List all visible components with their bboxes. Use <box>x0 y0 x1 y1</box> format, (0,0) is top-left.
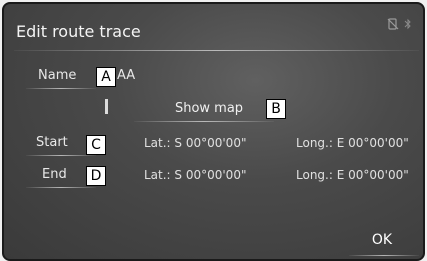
show-map-button[interactable]: Show map <box>154 99 264 119</box>
start-longitude: Long.: E 00°00'00" <box>296 136 409 150</box>
end-underline <box>26 187 96 188</box>
name-label[interactable]: Name <box>38 68 76 83</box>
bluetooth-icon <box>403 18 413 30</box>
show-map-underline <box>134 121 274 122</box>
callout-badge-c: C <box>86 135 106 155</box>
start-underline <box>26 155 96 156</box>
callout-badge-b: B <box>266 99 286 119</box>
name-value[interactable]: AA <box>117 68 135 83</box>
start-latitude: Lat.: S 00°00'00" <box>144 136 247 150</box>
status-icons <box>387 18 413 30</box>
phone-off-icon <box>387 18 399 30</box>
ok-underline <box>349 255 419 256</box>
name-underline <box>26 88 96 89</box>
end-longitude: Long.: E 00°00'00" <box>296 168 409 182</box>
callout-badge-d: D <box>86 166 106 186</box>
end-latitude: Lat.: S 00°00'00" <box>144 168 247 182</box>
ok-button[interactable]: OK <box>357 232 407 252</box>
route-trace-screen: Edit route trace Name A AA Show map B St… <box>2 2 425 261</box>
callout-badge-a: A <box>96 67 116 87</box>
end-button[interactable]: End <box>42 167 67 182</box>
page-title: Edit route trace <box>16 22 141 41</box>
start-button[interactable]: Start <box>36 135 68 150</box>
title-divider <box>14 50 419 51</box>
scroll-indicator <box>105 99 108 114</box>
